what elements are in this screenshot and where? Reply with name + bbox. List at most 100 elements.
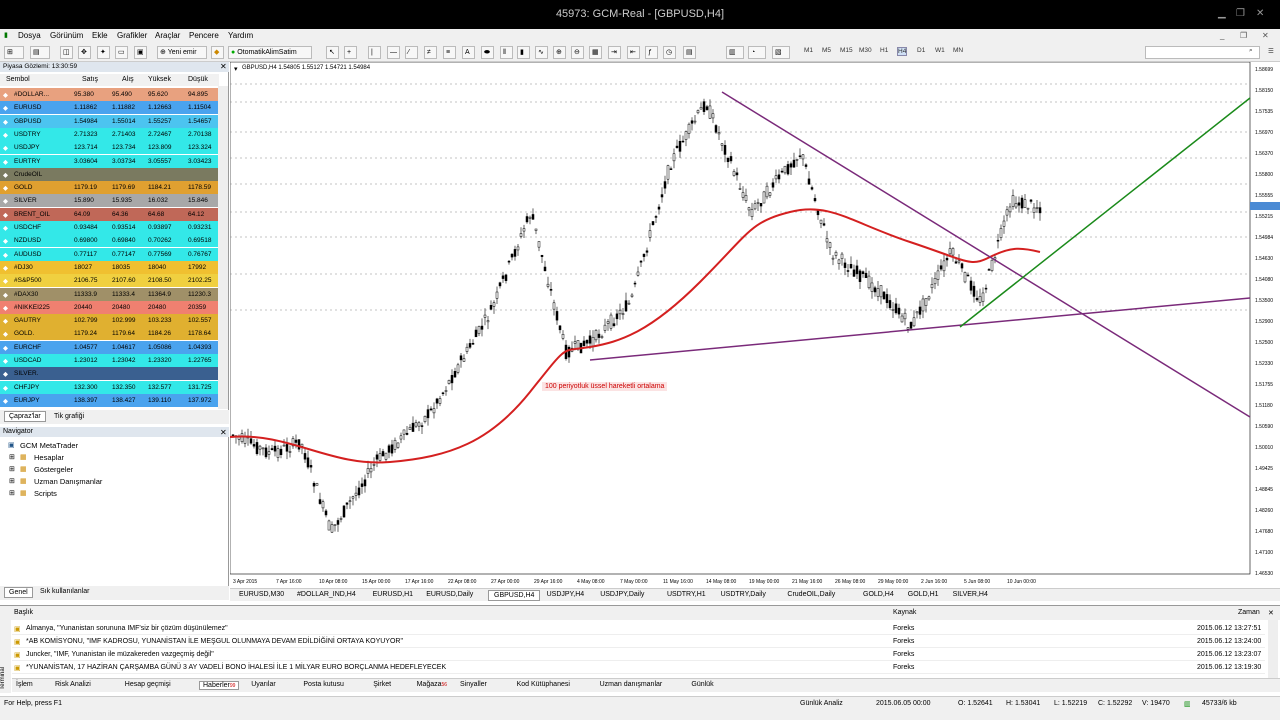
mdi-minimize-icon[interactable]: _ (1220, 31, 1224, 40)
market-watch-row[interactable]: ◆ #DJ30 18027 18035 18040 17992 (0, 260, 219, 274)
news-row[interactable]: ▣ Almanya, "Yunanistan sorununa IMF'siz b… (12, 622, 1265, 635)
line-chart-icon[interactable]: ∿ (535, 46, 548, 59)
news-row[interactable]: ▣ *YUNANİSTAN, 17 HAZİRAN ÇARŞAMBA GÜNÜ 3… (12, 661, 1265, 674)
nav-scripts[interactable]: Scripts (34, 489, 57, 498)
market-watch-row[interactable]: ◆ USDTRY 2.71323 2.71403 2.72467 2.70138 (0, 127, 219, 141)
terminal-tab[interactable]: Sinyaller (460, 681, 487, 688)
minimize-icon[interactable]: ▁ (1218, 8, 1226, 19)
terminal-tab[interactable]: Posta kutusu (303, 681, 343, 688)
timeframe-m30[interactable]: M30 (859, 47, 872, 54)
terminal-close-icon[interactable]: ✕ (1268, 609, 1274, 617)
col-source[interactable]: Kaynak (893, 609, 916, 616)
market-watch-row[interactable]: ◆ SILVER 15.890 15.935 16.032 15.846 (0, 194, 219, 208)
expand-icon[interactable]: ⊞ (9, 477, 15, 485)
candlestick-icon[interactable]: ▮ (517, 46, 530, 59)
terminal-tab[interactable]: Şirket (373, 681, 391, 688)
menu-tools[interactable]: Araçlar (155, 31, 180, 40)
market-watch-row[interactable]: ◆ #DAX30 11333.9 11333.4 11364.9 11230.3 (0, 287, 219, 301)
market-watch-row[interactable]: ◆ EURTRY 3.03604 3.03734 3.05557 3.03423 (0, 154, 219, 168)
market-watch-row[interactable]: ◆ AUDUSD 0.77117 0.77147 0.77569 0.76767 (0, 247, 219, 261)
chart-tab[interactable]: SILVER,H4 (948, 590, 993, 599)
menu-help[interactable]: Yardım (228, 31, 253, 40)
market-watch-close-icon[interactable]: ✕ (220, 62, 227, 71)
horizontal-line-icon[interactable]: — (387, 46, 400, 59)
close-icon[interactable]: ✕ (1256, 8, 1264, 19)
terminal-tab[interactable]: Günlük (691, 681, 713, 688)
market-watch-row[interactable]: ◆ GAUTRY 102.799 102.999 103.233 102.557 (0, 314, 219, 328)
news-row[interactable]: ▣ *AB KOMİSYONU, "IMF KADROSU, YUNANİSTAN… (12, 635, 1265, 648)
tile-windows-icon[interactable]: ▦ (589, 46, 602, 59)
chart-tab[interactable]: GOLD,H4 (858, 590, 899, 599)
chart-tab[interactable]: USDTRY,H1 (662, 590, 711, 599)
cursor-icon[interactable]: ↖ (326, 46, 339, 59)
timeframe-m15[interactable]: M15 (840, 47, 853, 54)
menu-charts[interactable]: Grafikler (117, 31, 147, 40)
zoom-out-icon[interactable]: ⊖ (571, 46, 584, 59)
new-order-button[interactable]: ⊕ Yeni emir (157, 46, 207, 59)
chart-shift-icon[interactable]: ⇤ (627, 46, 640, 59)
chart-tab[interactable]: EURUSD,Daily (421, 590, 478, 599)
chart-tab[interactable]: GOLD,H1 (903, 590, 944, 599)
chart-tab[interactable]: EURUSD,H1 (368, 590, 418, 599)
market-watch-row[interactable]: ◆ SILVER. (0, 367, 219, 381)
col-high[interactable]: Yüksek (148, 76, 171, 83)
periods-icon[interactable]: ◷ (663, 46, 676, 59)
data-window-icon[interactable]: ✥ (78, 46, 91, 59)
chart-tab[interactable]: GBPUSD,H4 (488, 590, 541, 601)
col-symbol[interactable]: Sembol (6, 76, 30, 83)
col-ask[interactable]: Alış (122, 76, 134, 83)
nav-expert-advisors[interactable]: Uzman Danışmanlar (34, 477, 102, 486)
chart-tab[interactable]: EURUSD,M30 (234, 590, 289, 599)
metaeditor-icon[interactable]: ◆ (211, 46, 224, 59)
profile-name[interactable]: Günlük Analiz (800, 700, 843, 707)
market-watch-row[interactable]: ◆ USDJPY 123.714 123.734 123.809 123.324 (0, 141, 219, 155)
nav-root[interactable]: GCM MetaTrader (20, 441, 78, 450)
timeframe-mn[interactable]: MN (953, 47, 963, 54)
tester-icon[interactable]: ▣ (134, 46, 147, 59)
shapes-icon[interactable]: ⬬ (481, 46, 494, 59)
fibonacci-icon[interactable]: ≡ (443, 46, 456, 59)
market-watch-row[interactable]: ◆ USDCHF 0.93484 0.93514 0.93897 0.93231 (0, 221, 219, 234)
expand-icon[interactable]: ⊞ (9, 489, 15, 497)
menu-view[interactable]: Görünüm (50, 31, 83, 40)
clock-icon[interactable]: ◔ (748, 46, 766, 59)
terminal-tab[interactable]: Haberler99 (199, 681, 240, 690)
market-watch-row[interactable]: ◆ NZDUSD 0.69800 0.69840 0.70262 0.69518 (0, 234, 219, 248)
terminal-tab[interactable]: Uzman danışmanlar (600, 681, 663, 688)
expand-icon[interactable]: ⊞ (9, 465, 15, 473)
market-watch-row[interactable]: ◆ CrudeOIL (0, 167, 219, 181)
timeframe-h1[interactable]: H1 (880, 47, 888, 54)
nav-indicators[interactable]: Göstergeler (34, 465, 73, 474)
market-watch-row[interactable]: ◆ EURJPY 138.397 138.427 139.110 137.972 (0, 393, 219, 407)
tab-crosses[interactable]: Çapraz'lar (4, 411, 46, 422)
ema-annotation[interactable]: 100 periyotluk üssel hareketli ortalama (542, 382, 668, 391)
indicators-icon[interactable]: ƒ (645, 46, 658, 59)
terminal-tab[interactable]: İşlem (16, 681, 33, 688)
market-watch-row[interactable]: ◆ #S&P500 2106.75 2107.60 2108.50 2102.25 (0, 274, 219, 288)
market-watch-scrollbar[interactable] (218, 86, 228, 409)
insert-chart-icon[interactable]: ▥ (726, 46, 744, 59)
menu-window[interactable]: Pencere (189, 31, 219, 40)
chart-tab[interactable]: USDJPY,H4 (542, 590, 590, 599)
market-watch-row[interactable]: ◆ #NIKKEI225 20440 20480 20480 20359 (0, 300, 219, 314)
terminal-icon[interactable]: ▭ (115, 46, 128, 59)
search-icon[interactable]: ⌕ (1249, 47, 1253, 55)
crosshair-icon[interactable]: + (344, 46, 357, 59)
market-watch-row[interactable]: ◆ EURCHF 1.04577 1.04617 1.05086 1.04393 (0, 340, 219, 354)
chart-tab[interactable]: #DOLLAR_IND,H4 (292, 590, 361, 599)
search-input[interactable] (1145, 46, 1260, 59)
terminal-tab[interactable]: Mağaza56 (417, 681, 447, 688)
market-watch-row[interactable]: ◆ EURUSD 1.11862 1.11882 1.12663 1.11504 (0, 101, 219, 115)
channel-icon[interactable]: ≠ (424, 46, 437, 59)
price-chart[interactable]: 1.58699 1.58150 1.57535 1.56970 1.56370 1.558… (230, 62, 1280, 588)
templates-icon[interactable]: ▤ (683, 46, 696, 59)
community-icon[interactable]: ☰ (1268, 47, 1274, 55)
auto-trading-button[interactable]: ● OtomatikAlimSatim (228, 46, 312, 59)
navigator-icon[interactable]: ✦ (97, 46, 110, 59)
text-icon[interactable]: A (462, 46, 475, 59)
market-watch-row[interactable]: ◆ GOLD 1179.19 1179.69 1184.21 1178.59 (0, 181, 219, 195)
market-watch-row[interactable]: ◆ BRENT_OIL 64.09 64.36 64.68 64.12 (0, 207, 219, 221)
market-watch-icon[interactable]: ◫ (60, 46, 73, 59)
zoom-in-icon[interactable]: ⊕ (553, 46, 566, 59)
app-icon[interactable]: ▮ (4, 31, 8, 39)
